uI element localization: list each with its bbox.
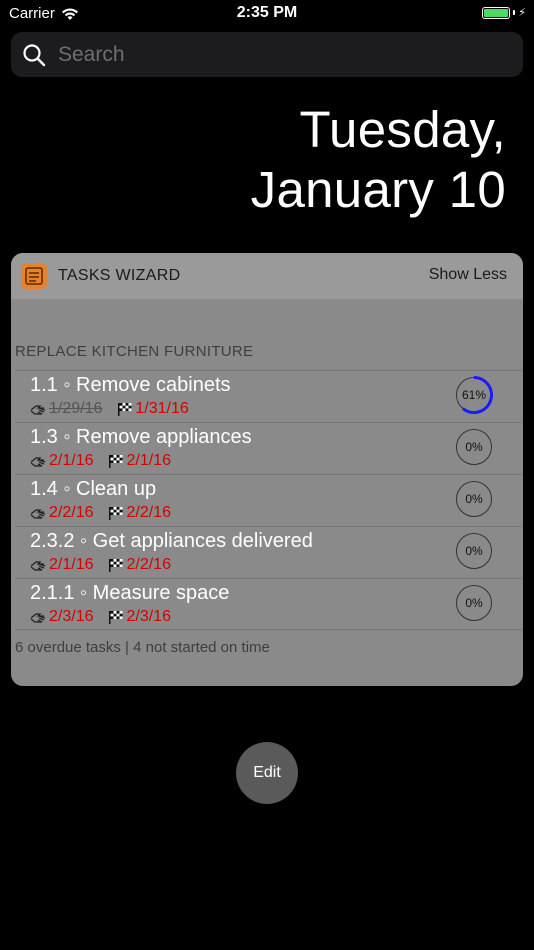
task-row[interactable]: 1.4 ◦ Clean up 2/2/16 2/2/16 0% [11, 475, 523, 526]
task-end-date: 2/2/16 [126, 556, 171, 573]
task-row[interactable]: 2.3.2 ◦ Get appliances delivered 2/1/16 … [11, 527, 523, 578]
finish-flag-icon [118, 403, 132, 416]
start-hand-icon [30, 509, 46, 519]
progress-ring: 0% [455, 480, 493, 518]
task-dates: 2/1/16 2/1/16 [30, 452, 171, 470]
task-dates: 2/1/16 2/2/16 [30, 556, 171, 574]
task-start-date: 2/2/16 [49, 504, 94, 521]
task-start-date: 2/1/16 [49, 556, 94, 573]
start-hand-icon [30, 613, 46, 623]
finish-flag-icon [109, 611, 123, 624]
progress-ring: 0% [455, 584, 493, 622]
battery-indicator: ⚡ [482, 6, 526, 19]
tasks-widget: TASKS WIZARD Show Less REPLACE KITCHEN F… [11, 253, 523, 686]
task-dates: 2/2/16 2/2/16 [30, 504, 171, 522]
start-hand-icon [30, 561, 46, 571]
finish-flag-icon [109, 559, 123, 572]
task-row[interactable]: 1.1 ◦ Remove cabinets 1/29/16 1/31/16 61… [11, 371, 523, 422]
widget-footer-summary: 6 overdue tasks | 4 not started on time [15, 639, 270, 656]
divider [15, 629, 523, 630]
search-bar[interactable] [11, 32, 523, 77]
task-row[interactable]: 2.1.1 ◦ Measure space 2/3/16 2/3/16 0% [11, 579, 523, 630]
finish-flag-icon [109, 455, 123, 468]
progress-ring: 0% [455, 532, 493, 570]
project-title: REPLACE KITCHEN FURNITURE [15, 343, 254, 360]
task-end-date: 1/31/16 [135, 400, 189, 417]
task-title: 1.1 ◦ Remove cabinets [30, 374, 231, 396]
status-bar: Carrier 2:35 PM ⚡ [0, 0, 534, 28]
edit-button[interactable]: Edit [236, 742, 298, 804]
search-icon [23, 43, 46, 66]
battery-icon [482, 6, 511, 19]
task-start-date: 2/3/16 [49, 608, 94, 625]
progress-ring: 0% [455, 428, 493, 466]
progress-label: 0% [465, 440, 483, 454]
widget-header: TASKS WIZARD Show Less [11, 253, 523, 299]
task-start-date: 1/29/16 [49, 400, 103, 417]
weekday-label: Tuesday, [299, 101, 506, 158]
tasks-wizard-app-icon [21, 263, 47, 289]
start-hand-icon [30, 405, 46, 415]
task-title: 1.3 ◦ Remove appliances [30, 426, 252, 448]
task-title: 1.4 ◦ Clean up [30, 478, 157, 500]
task-dates: 1/29/16 1/31/16 [30, 400, 189, 418]
task-end-date: 2/3/16 [126, 608, 171, 625]
task-title: 2.1.1 ◦ Measure space [30, 582, 230, 604]
progress-label: 61% [461, 388, 487, 402]
clock: 2:35 PM [236, 4, 298, 21]
date-label: January 10 [250, 161, 506, 218]
task-start-date: 2/1/16 [49, 452, 94, 469]
task-dates: 2/3/16 2/3/16 [30, 608, 171, 626]
start-hand-icon [30, 457, 46, 467]
task-end-date: 2/1/16 [126, 452, 171, 469]
progress-label: 0% [465, 492, 483, 506]
progress-label: 0% [465, 596, 483, 610]
date-display: Tuesday, January 10 [251, 100, 506, 220]
task-end-date: 2/2/16 [126, 504, 171, 521]
show-less-button[interactable]: Show Less [429, 266, 507, 284]
app-name: TASKS WIZARD [58, 267, 181, 284]
search-input[interactable] [58, 42, 458, 67]
finish-flag-icon [109, 507, 123, 520]
charging-bolt-icon: ⚡ [518, 7, 526, 19]
progress-ring: 61% [455, 376, 493, 414]
task-title: 2.3.2 ◦ Get appliances delivered [30, 530, 313, 552]
task-row[interactable]: 1.3 ◦ Remove appliances 2/1/16 2/1/16 0% [11, 423, 523, 474]
progress-label: 0% [465, 544, 483, 558]
